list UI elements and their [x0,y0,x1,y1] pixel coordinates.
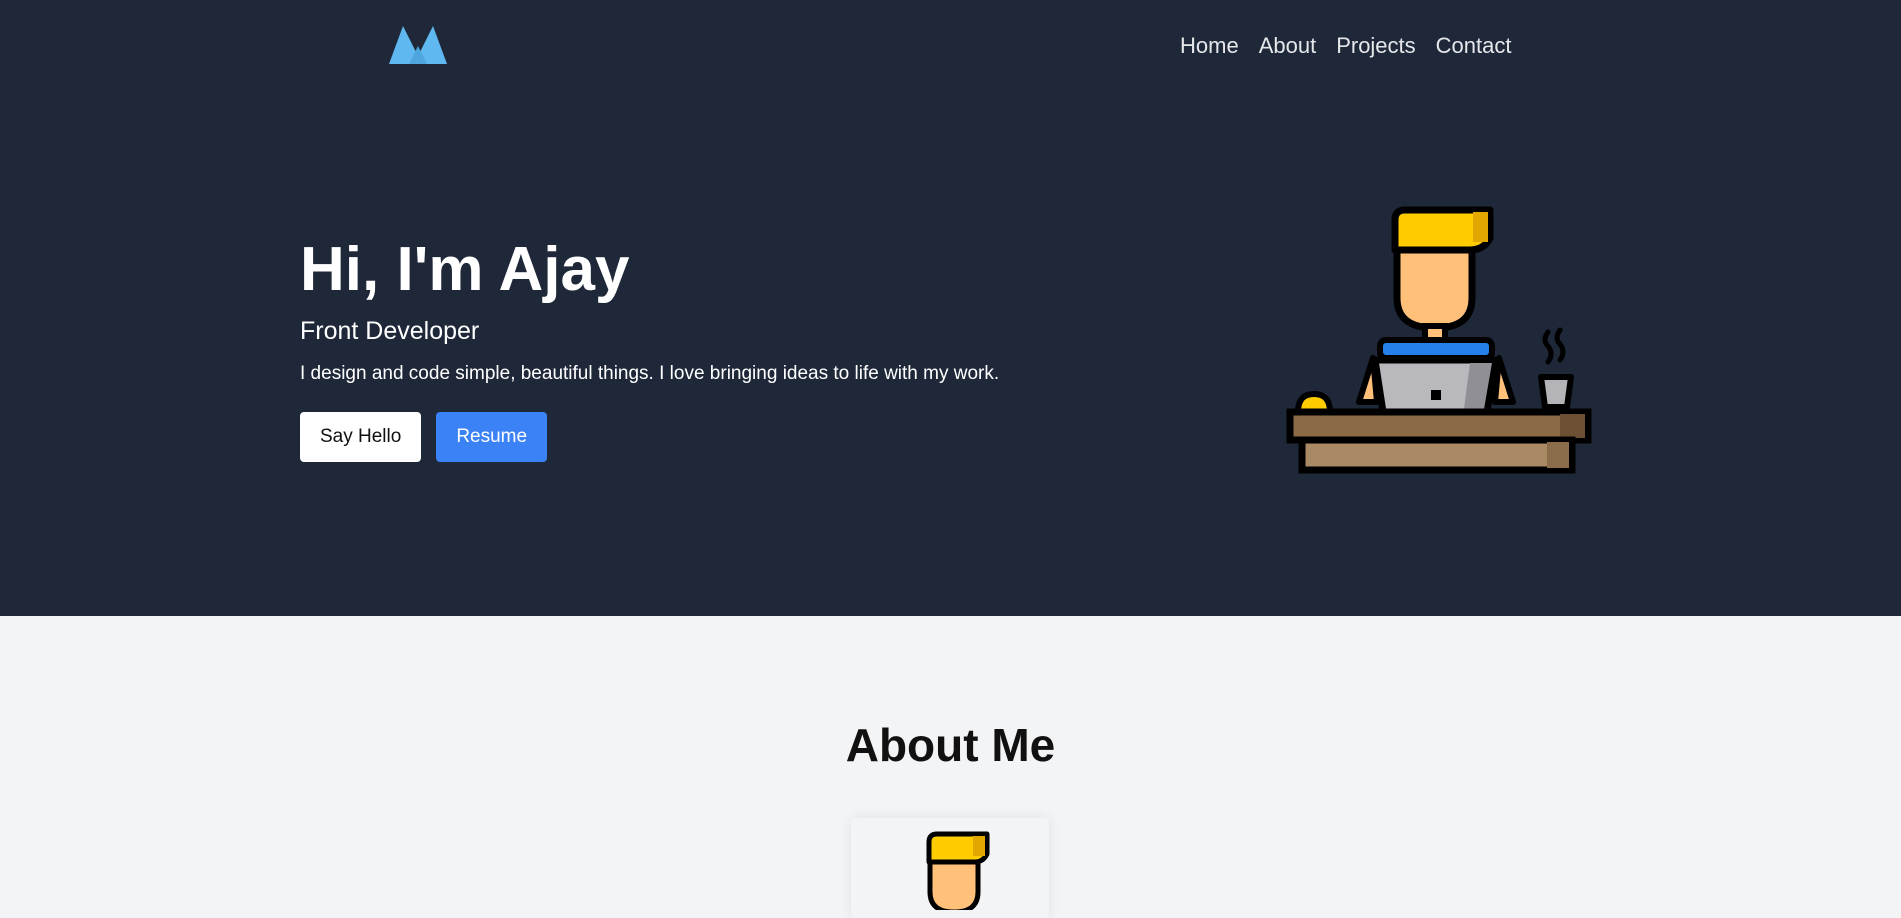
logo-icon[interactable] [389,26,447,64]
hero-buttons: Say Hello Resume [300,412,999,462]
hero-section: Home About Projects Contact Hi, I'm Ajay… [0,0,1901,616]
hero-text: Hi, I'm Ajay Front Developer I design an… [300,232,999,462]
nav-about[interactable]: About [1259,33,1317,59]
say-hello-button[interactable]: Say Hello [300,412,422,462]
developer-illustration [1286,206,1592,474]
avatar-icon [926,831,990,910]
hero-description: I design and code simple, beautiful thin… [300,363,1000,384]
nav-projects[interactable]: Projects [1336,33,1415,59]
about-card [851,818,1049,918]
main-nav: Home About Projects Contact [1180,33,1512,59]
hero-title: Hi, I'm Ajay [300,235,630,304]
nav-contact[interactable]: Contact [1436,33,1512,59]
about-title: About Me [845,719,1056,771]
resume-button[interactable]: Resume [436,412,548,462]
nav-home[interactable]: Home [1180,33,1239,59]
hero-subtitle: Front Developer [300,317,480,345]
